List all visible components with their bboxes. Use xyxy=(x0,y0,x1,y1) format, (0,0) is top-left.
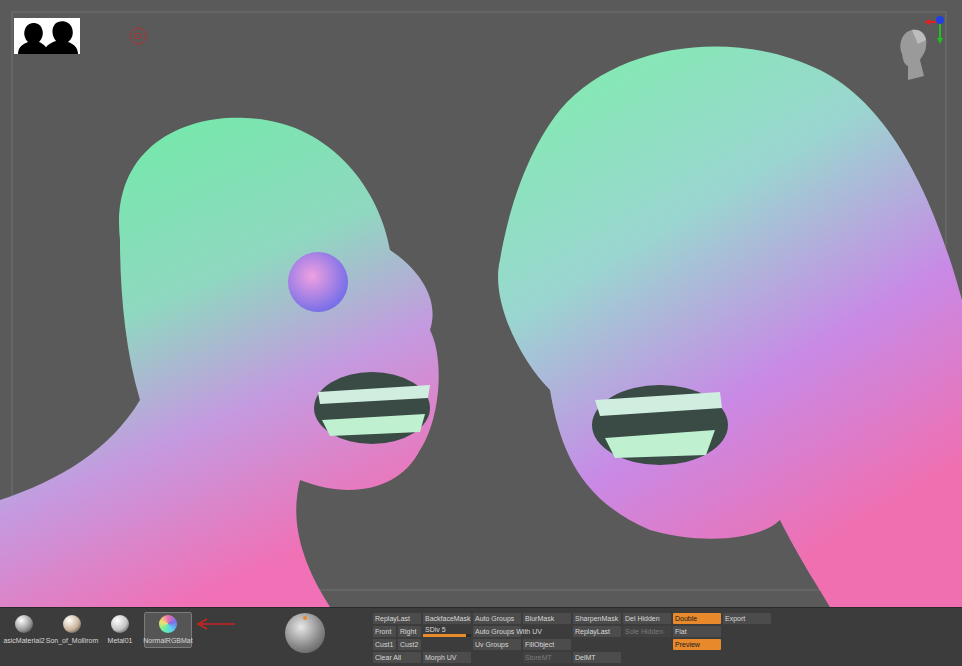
button-slot: Export xyxy=(723,613,773,624)
button-column: BackfaceMask SDiv 5 Morph UV xyxy=(423,613,473,663)
shelf-button[interactable]: SharpenMask xyxy=(573,613,621,624)
shelf-button[interactable]: Morph UV xyxy=(423,652,471,663)
button-slot: SDiv 5 xyxy=(423,626,473,637)
button-slot xyxy=(723,639,773,650)
material-label: Metal01 xyxy=(108,636,133,645)
button-slot xyxy=(623,652,673,663)
shelf-button[interactable]: ReplayLast xyxy=(573,626,621,637)
button-slot xyxy=(673,652,723,663)
shelf-button[interactable]: Cust1 xyxy=(373,639,396,650)
slider-fill xyxy=(423,634,466,637)
button-slot: ReplayLast xyxy=(373,613,423,624)
button-slot: Flat xyxy=(673,626,723,637)
material-slot[interactable]: asicMaterial2 xyxy=(0,612,48,648)
button-slot: Cust1Cust2 xyxy=(373,639,423,650)
button-grid: ReplayLastFrontRightCust1Cust2Clear AllB… xyxy=(373,608,773,663)
button-slot: BackfaceMask xyxy=(423,613,473,624)
button-slot xyxy=(723,626,773,637)
shelf-button[interactable]: Auto Groups With UV xyxy=(473,626,521,637)
shelf-button[interactable]: Preview xyxy=(673,639,721,650)
shelf-button[interactable]: Uv Groups xyxy=(473,639,521,650)
navigation-head-icon[interactable] xyxy=(888,14,950,84)
shelf-button[interactable]: FillObject xyxy=(523,639,571,650)
button-slot: DelMT xyxy=(573,652,623,663)
shelf-button[interactable]: Flat xyxy=(673,626,721,637)
button-slot: SharpenMask xyxy=(573,613,623,624)
button-slot: Uv Groups xyxy=(473,639,523,650)
material-list: asicMaterial2Son_of_Mollirom Metal01 Norma… xyxy=(0,608,195,648)
button-slot: Double xyxy=(673,613,723,624)
material-label: asicMaterial2 xyxy=(3,636,44,645)
shelf-button[interactable]: Auto Groups xyxy=(473,613,521,624)
brush-sphere-icon[interactable] xyxy=(285,613,325,653)
button-slot xyxy=(423,639,473,650)
button-slot: FillObject xyxy=(523,639,573,650)
sculpt-render-icon xyxy=(0,0,962,607)
button-slot: Del Hidden xyxy=(623,613,673,624)
button-slot: ReplayLast xyxy=(573,626,623,637)
material-slot[interactable]: Metal01 xyxy=(96,612,144,648)
button-slot: Auto Groups With UV xyxy=(473,626,523,637)
shelf-button[interactable]: BackfaceMask xyxy=(423,613,471,624)
slider-label: SDiv 5 xyxy=(423,626,471,634)
viewport[interactable] xyxy=(0,0,962,607)
button-column: ReplayLastFrontRightCust1Cust2Clear All xyxy=(373,613,423,663)
button-slot: FrontRight xyxy=(373,626,423,637)
slider-track[interactable] xyxy=(423,634,471,637)
shelf-button[interactable]: DelMT xyxy=(573,652,621,663)
shelf-button[interactable]: Front xyxy=(373,626,396,637)
button-slot: Sole Hidden xyxy=(623,626,673,637)
shelf-button[interactable]: Del Hidden xyxy=(623,613,671,624)
button-slot xyxy=(523,626,573,637)
button-column: Double Flat Preview xyxy=(673,613,723,663)
button-slot: BlurMask xyxy=(523,613,573,624)
shelf-button[interactable]: Right xyxy=(398,626,421,637)
material-slot[interactable]: NormalRGBMat xyxy=(144,612,192,648)
button-column: Auto Groups Auto Groups With UV Uv Groups xyxy=(473,613,523,663)
red-arrow-icon xyxy=(195,608,237,630)
material-slot[interactable]: Son_of_Mollirom xyxy=(48,612,96,648)
shelf-button[interactable]: ReplayLast xyxy=(373,613,421,624)
button-slot xyxy=(573,639,623,650)
shelf-button[interactable]: Clear All xyxy=(373,652,421,663)
material-sphere-icon xyxy=(111,615,129,633)
material-label: Son_of_Mollirom xyxy=(46,636,99,645)
compare-heads-icon[interactable] xyxy=(14,18,80,54)
sdiv-slider[interactable]: SDiv 5 xyxy=(423,626,471,637)
shelf-button[interactable]: Double xyxy=(673,613,721,624)
material-sphere-icon xyxy=(63,615,81,633)
button-slot: Auto Groups xyxy=(473,613,523,624)
material-sphere-icon xyxy=(159,615,177,633)
button-slot xyxy=(473,652,523,663)
shelf-button[interactable]: BlurMask xyxy=(523,613,571,624)
button-slot: StoreMT xyxy=(523,652,573,663)
button-slot: Preview xyxy=(673,639,723,650)
material-label: NormalRGBMat xyxy=(143,636,192,645)
shelf-button: Sole Hidden xyxy=(623,626,671,637)
button-column: BlurMask FillObject StoreMT xyxy=(523,613,573,663)
material-sphere-icon xyxy=(15,615,33,633)
button-column: Del Hidden Sole Hidden xyxy=(623,613,673,663)
button-column: SharpenMask ReplayLast DelMT xyxy=(573,613,623,663)
button-slot: Morph UV xyxy=(423,652,473,663)
button-column: Export xyxy=(723,613,773,663)
shelf-button[interactable]: Cust2 xyxy=(398,639,421,650)
shelf-button[interactable]: Export xyxy=(723,613,771,624)
shelf-button: StoreMT xyxy=(523,652,571,663)
target-icon[interactable] xyxy=(128,26,148,46)
bottom-shelf: asicMaterial2Son_of_Mollirom Metal01 Norma… xyxy=(0,607,962,666)
button-slot xyxy=(623,639,673,650)
button-slot xyxy=(723,652,773,663)
button-slot: Clear All xyxy=(373,652,423,663)
